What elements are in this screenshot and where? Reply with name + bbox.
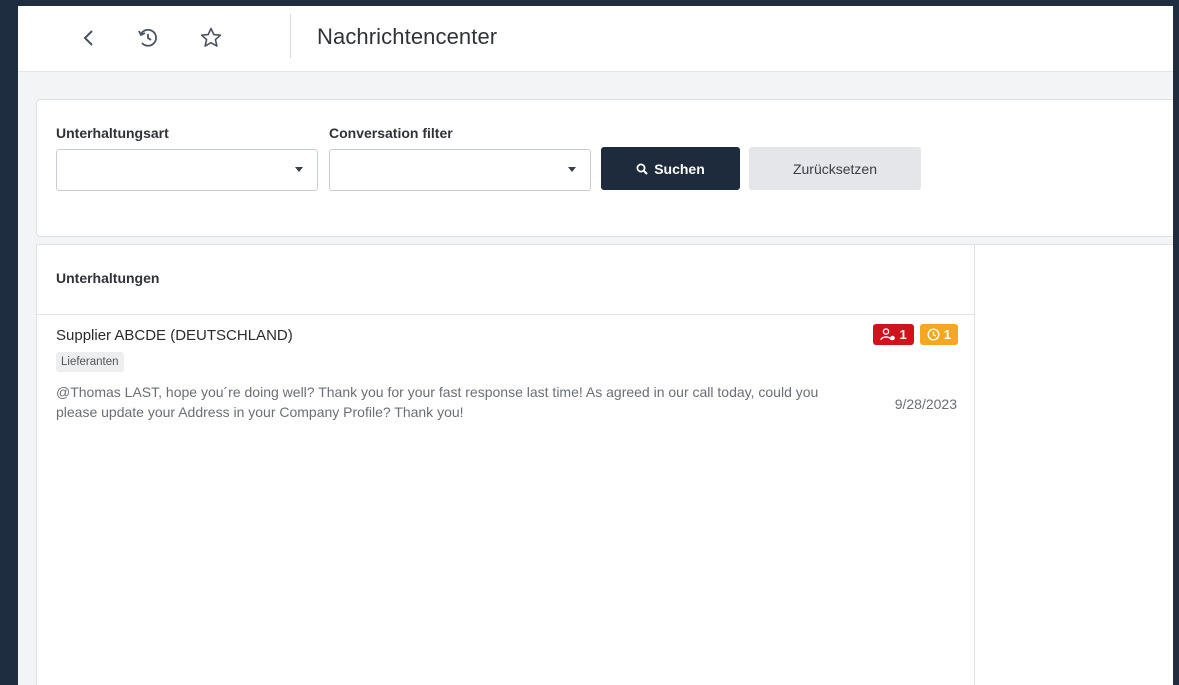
conversation-list-title: Unterhaltungen xyxy=(37,245,974,315)
conversation-badges: 1 1 xyxy=(872,324,958,345)
dropdown-caret-icon xyxy=(295,167,303,172)
conversation-item[interactable]: Supplier ABCDE (DEUTSCHLAND) Lieferanten… xyxy=(37,315,974,455)
unassigned-users-count: 1 xyxy=(899,327,907,342)
conversation-list: Unterhaltungen Supplier ABCDE (DEUTSCHLA… xyxy=(36,244,975,685)
page-title: Nachrichtencenter xyxy=(317,24,498,49)
star-icon[interactable] xyxy=(198,25,224,51)
conversation-type-select[interactable] xyxy=(56,149,318,191)
filter-card: Unterhaltungsart Conversation filter Suc… xyxy=(36,99,1173,237)
conversation-date: 9/28/2023 xyxy=(894,396,957,412)
reset-button-label: Zurücksetzen xyxy=(792,160,878,177)
header-divider xyxy=(290,14,291,58)
conversation-detail-panel xyxy=(975,244,1173,685)
dropdown-caret-icon xyxy=(568,167,576,172)
reset-button[interactable]: Zurücksetzen xyxy=(749,147,921,190)
pending-count: 1 xyxy=(943,327,951,342)
top-bar: Nachrichtencenter xyxy=(18,6,1173,72)
search-button-label: Suchen xyxy=(654,160,705,177)
conversation-filter-select[interactable] xyxy=(329,149,591,191)
pending-badge: 1 xyxy=(919,324,958,345)
back-icon[interactable] xyxy=(76,25,102,51)
history-icon[interactable] xyxy=(135,25,161,51)
conversation-name: Supplier ABCDE (DEUTSCHLAND) xyxy=(56,327,293,344)
unassigned-users-badge: 1 xyxy=(872,324,914,345)
search-button[interactable]: Suchen xyxy=(601,147,740,190)
conversation-filter-label: Conversation filter xyxy=(329,125,453,141)
conversation-type-group: Unterhaltungsart xyxy=(56,124,318,191)
conversation-tag: Lieferanten xyxy=(56,352,124,372)
clock-icon xyxy=(927,328,940,341)
user-pending-icon xyxy=(879,328,895,341)
conversation-filter-group: Conversation filter xyxy=(329,124,591,191)
conversation-message: @Thomas LAST, hope you´re doing well? Th… xyxy=(56,384,819,420)
conversation-type-label: Unterhaltungsart xyxy=(56,125,169,141)
app-window: Nachrichtencenter Unterhaltungsart Conve… xyxy=(18,6,1173,685)
search-icon xyxy=(636,163,648,175)
